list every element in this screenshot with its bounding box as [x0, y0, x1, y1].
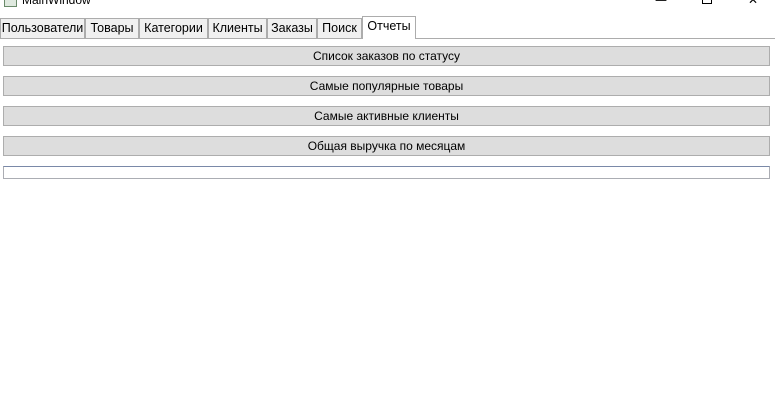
- monthly-revenue-button[interactable]: Общая выручка по месяцам: [3, 136, 770, 156]
- tab-orders[interactable]: Заказы: [267, 18, 317, 38]
- minimize-button[interactable]: —: [638, 0, 684, 12]
- tab-products[interactable]: Товары: [85, 18, 139, 38]
- tab-reports[interactable]: Отчеты: [362, 16, 416, 39]
- tab-users[interactable]: Пользователи: [0, 18, 85, 38]
- maximize-icon: [702, 0, 712, 4]
- close-button[interactable]: ✕: [730, 0, 775, 12]
- report-result-box[interactable]: [3, 166, 770, 179]
- reports-panel: Список заказов по статусу Самые популярн…: [0, 39, 775, 420]
- title-bar: MainWindow — ✕: [0, 0, 775, 15]
- maximize-button[interactable]: [684, 0, 730, 12]
- tab-strip: Пользователи Товары Категории Клиенты За…: [0, 16, 775, 39]
- minimize-icon: —: [655, 0, 667, 7]
- active-clients-button[interactable]: Самые активные клиенты: [3, 106, 770, 126]
- app-icon: [4, 0, 17, 7]
- popular-products-button[interactable]: Самые популярные товары: [3, 76, 770, 96]
- tab-search[interactable]: Поиск: [317, 18, 362, 38]
- tab-categories[interactable]: Категории: [139, 18, 208, 38]
- main-window: MainWindow — ✕ Пользователи Товары Катег…: [0, 0, 775, 420]
- orders-by-status-button[interactable]: Список заказов по статусу: [3, 46, 770, 66]
- close-icon: ✕: [747, 0, 759, 7]
- window-title: MainWindow: [22, 0, 91, 7]
- tab-clients[interactable]: Клиенты: [208, 18, 267, 38]
